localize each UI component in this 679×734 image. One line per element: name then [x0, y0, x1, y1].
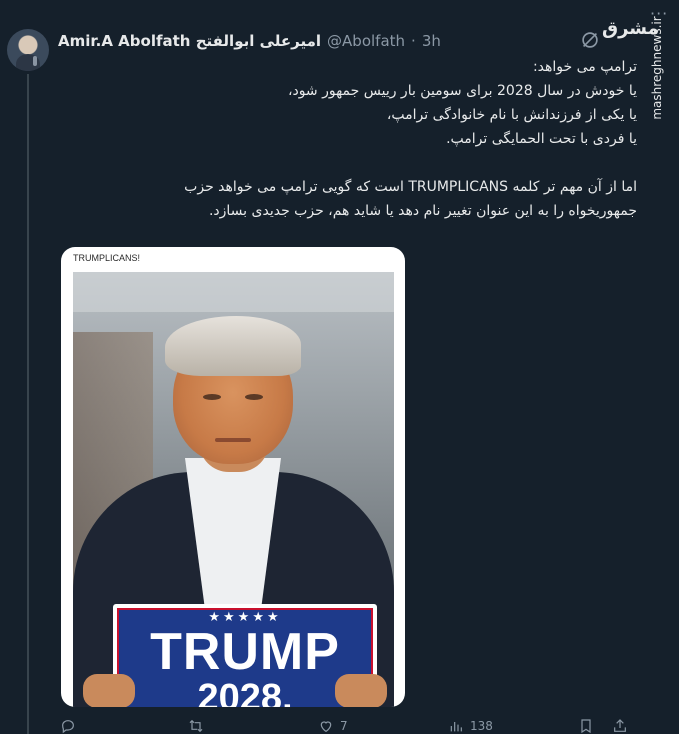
watermark-site: mashreghnews.ir: [647, 8, 667, 128]
separator-dot: ·: [411, 32, 416, 50]
photo-hand-right: [335, 674, 387, 707]
microphone-icon: [33, 56, 37, 66]
tweet-line: ترامپ می خواهد:: [532, 59, 637, 75]
share-button[interactable]: [612, 718, 628, 734]
photo-eye: [245, 394, 263, 400]
views-icon: [450, 722, 462, 732]
photo-eye: [203, 394, 221, 400]
tweet-body: ترامپ می خواهد: یا خودش در سال 2028 برای…: [77, 55, 637, 223]
tweet-time[interactable]: 3h: [422, 32, 441, 50]
share-icon: [614, 719, 626, 732]
media-photo[interactable]: ★★★★★ TRUMP 2028,: [73, 272, 394, 707]
grok-icon[interactable]: [579, 29, 601, 51]
photo-hand-left: [83, 674, 135, 707]
sign-word: TRUMP: [150, 623, 340, 681]
sign-year: 2028,: [197, 677, 293, 707]
bookmark-icon: [581, 719, 591, 734]
reply-button[interactable]: [60, 718, 76, 734]
display-name[interactable]: Amir.A Abolfath امیرعلی ابوالفتح: [58, 32, 321, 50]
photo-hair: [165, 316, 301, 376]
views-button[interactable]: 138: [448, 718, 493, 734]
retweet-icon: [189, 719, 203, 733]
tweet-line: یا فردی با تحت الحمایگی ترامپ.: [446, 131, 637, 147]
photo-mouth: [215, 438, 251, 442]
like-count: 7: [340, 719, 348, 733]
bookmark-button[interactable]: [578, 718, 594, 734]
media-caption: TRUMPLICANS!: [73, 253, 141, 263]
views-count: 138: [470, 719, 493, 733]
tweet-line-blank: [77, 151, 637, 175]
avatar[interactable]: [7, 29, 49, 71]
photo-ceiling: [73, 272, 394, 312]
user-handle[interactable]: @Abolfath: [327, 32, 405, 50]
tweet-media-card[interactable]: TRUMPLICANS! ★★★★★ TRUMP 2028,: [61, 247, 405, 707]
watermark-site-text: mashreghnews.ir: [650, 16, 664, 120]
tweet-header: Amir.A Abolfath امیرعلی ابوالفتح @Abolfa…: [58, 30, 441, 52]
reply-icon: [62, 720, 74, 734]
tweet-actions: 7 138: [58, 718, 638, 734]
like-button[interactable]: 7: [318, 718, 348, 734]
tweet-line: اما از آن مهم تر کلمه TRUMPLICANS است که…: [184, 179, 637, 195]
tweet-line: جمهوریخواه را به این عنوان تغییر نام دهد…: [208, 203, 637, 219]
watermark-logo: مشرق: [602, 18, 659, 39]
tweet-line: یا یکی از فرزندانش با نام خانوادگی ترامپ…: [386, 107, 637, 123]
thread-connector-line: [27, 74, 29, 734]
tweet-line: یا خودش در سال 2028 برای سومین بار رییس …: [287, 83, 637, 99]
retweet-button[interactable]: [188, 718, 204, 734]
like-icon: [320, 721, 332, 733]
